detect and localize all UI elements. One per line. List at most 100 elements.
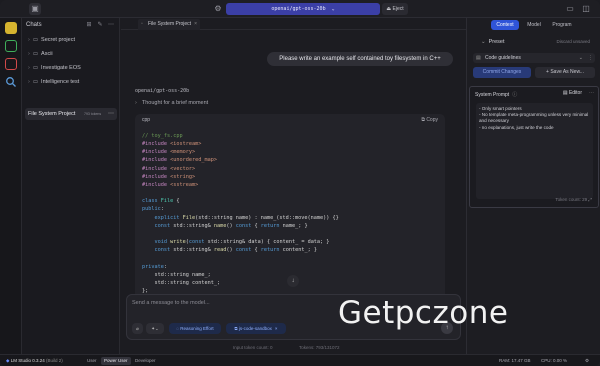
nav-rail: ↓ [0,18,22,366]
code-line: explicit File(std::string name) : name_(… [154,214,339,221]
title-bar: ▣ ⚙ openai/gpt-oss-20b ⌄ ⏏ Eject ▭ ◫ [0,0,600,18]
input-token-count: Input token count: 0 [233,345,273,350]
folder-label: Investigate EOS [41,65,81,71]
split-view-icon[interactable]: ▭ [564,3,576,15]
build-label: (Build 2) [46,358,63,363]
folder-label: Intelligence test [41,79,80,85]
attach-icon[interactable]: ⌀ [132,323,143,334]
eject-button[interactable]: ⏏ Eject [382,3,408,15]
search-icon [6,77,16,87]
copy-label: Copy [426,117,438,123]
code-line: void write(const std::string& data) { co… [154,239,330,246]
app-version: ◆ LM Studio 0.3.24 (Build 2) [6,358,63,364]
new-folder-icon[interactable]: ⊞ [85,21,93,29]
tools-dropdown[interactable]: ✦⌄ [146,323,164,334]
sidebar-toggle-icon[interactable]: ▣ [29,3,41,15]
folder-item[interactable]: › ▭ Ascii [28,51,53,57]
thought-label: Thought for a brief moment [141,100,209,106]
folder-item[interactable]: › ▭ Secret project [28,37,75,43]
message-input[interactable]: Send a message to the model... [132,300,210,306]
chat-title: File System Project [28,111,76,117]
model-selector[interactable]: openai/gpt-oss-20b ⌄ [226,3,380,15]
code-line: const std::string& name() const { return… [154,222,308,229]
app-name: LM Studio 0.3.24 [10,358,45,363]
preset-label-text: Preset [488,39,505,45]
status-bar: ◆ LM Studio 0.3.24 (Build 2) User Power … [0,354,600,366]
layout-icon[interactable]: ◫ [580,3,592,15]
code-line: #include <unordered_map> [142,157,217,164]
sidebar-toolbar: ⊞ ✎ ⋯ [82,21,115,29]
chevron-right-icon: › [28,65,30,71]
folder-label: Ascii [41,51,53,57]
reasoning-effort-button[interactable]: ◌ Reasoning Effort [169,323,221,334]
code-line: class File { [142,198,180,205]
editor-toggle[interactable]: ▤ Editor [563,90,582,96]
chevron-right-icon: › [28,79,30,85]
mode-user[interactable]: User [84,357,100,365]
mode-developer[interactable]: Developer [132,357,159,365]
mode-power-user[interactable]: Power User [101,357,131,365]
preset-label: ⌄ Preset [481,39,505,45]
tab-file-system-project[interactable]: ▫ File System Project × [138,19,200,30]
tab-program[interactable]: Program [548,20,576,30]
more-icon[interactable]: ⋯ [107,21,115,29]
more-icon[interactable]: ⋯ [589,90,594,96]
settings-gear-icon[interactable]: ⚙ [585,358,589,364]
close-icon[interactable]: × [275,326,278,331]
settings-gear-icon[interactable]: ⚙ [212,3,224,15]
discard-unsaved-link[interactable]: Discard unsaved [556,39,590,44]
tab-context[interactable]: Context [491,20,519,30]
tab-model[interactable]: Model [523,20,545,30]
sandbox-plugin-chip[interactable]: ⧉ js-code-sandbox × [226,323,286,334]
folder-item[interactable]: › ▭ Investigate EOS [28,65,81,71]
more-icon[interactable]: ⋮ [588,53,593,63]
preset-select[interactable]: ▤ Code guidelines ⌄ ⋮ [473,53,595,63]
watermark: Getpczone [338,295,509,331]
tab-label: File System Project [148,21,192,27]
save-as-new-button[interactable]: + Save As New... [535,67,595,78]
expand-icon[interactable]: ⤢ [588,197,592,202]
code-line: #include <vector> [142,165,196,172]
folder-item[interactable]: › ▭ Intelligence test [28,79,79,85]
system-prompt-line: - no explanations, just write the code [479,124,554,130]
models-folder-nav-icon[interactable] [5,58,17,70]
code-header: cpp ⧉ Copy [135,114,445,126]
chevron-right-icon: › [28,51,30,57]
ram-usage: RAM: 17.47 GB [499,358,531,363]
code-line: const std::string& read() const { return… [154,247,317,254]
code-line: std::string content_; [142,279,221,286]
chat-nav-icon[interactable] [5,22,17,34]
commit-changes-button[interactable]: Commit Changes [473,67,531,78]
thought-toggle[interactable]: › Thought for a brief moment [135,100,208,106]
info-icon: ⓘ [512,92,518,98]
chevron-right-icon: › [135,100,137,106]
chats-sidebar: Chats ⊞ ✎ ⋯ › ▭ Secret project › ▭ Ascii › ▭ Inv… [22,18,120,354]
code-line: #include <string> [142,173,196,180]
code-line: public: [142,206,164,213]
folder-icon: ▭ [32,51,39,57]
scroll-to-bottom-button[interactable]: ↓ [287,275,299,287]
reasoning-label: Reasoning Effort [180,326,214,331]
preset-value: Code guidelines [485,55,521,61]
code-content: // toy_fs.cpp #include <iostream> #include… [142,132,339,295]
close-icon[interactable]: × [194,19,197,30]
system-prompt-label: System Prompt ⓘ [475,91,517,98]
code-line: private: [142,263,167,270]
system-prompt-editor[interactable]: - Only smart pointers - No template meta… [476,103,593,199]
folder-icon: ▭ [32,79,39,85]
tab-bar: ▫ File System Project × [121,18,466,30]
system-prompt-text: System Prompt [475,92,510,98]
code-line: // toy_fs.cpp [142,133,183,139]
new-chat-icon[interactable]: ✎ [96,21,104,29]
assistant-model-name: openai/gpt-oss-20b [135,88,190,94]
search-nav-icon[interactable] [5,76,17,88]
chevron-down-icon: ⌄ [578,55,583,61]
developer-nav-icon[interactable] [5,40,17,52]
chat-more-icon[interactable]: ⋯ [108,110,114,117]
user-message: Please write an example self contained t… [267,52,453,66]
chevron-right-icon: › [28,37,30,43]
copy-button[interactable]: ⧉ Copy [421,117,438,123]
chat-item-selected[interactable]: File System Project 793 tokens ⋯ [25,108,117,120]
